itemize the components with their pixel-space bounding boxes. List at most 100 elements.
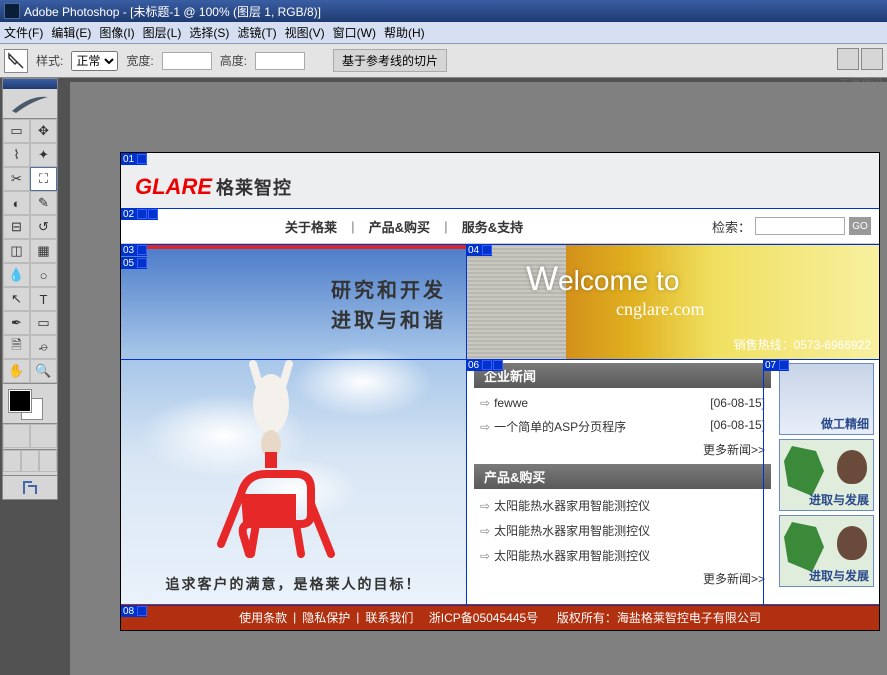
menu-select[interactable]: 选择(S)	[185, 24, 233, 41]
hero-banner: 研究和开发 进取与和谐 追求客户的满意，是格莱人的目标！	[121, 244, 466, 604]
site-footer: 使用条款| 隐私保护| 联系我们 浙ICP备05045445号 版权所有：海盐格…	[121, 604, 879, 630]
nav-service[interactable]: 服务&支持	[448, 217, 537, 236]
slice-03[interactable]: 03	[121, 245, 136, 256]
palette-well-2[interactable]	[861, 48, 883, 70]
slice-06[interactable]: 06	[466, 360, 481, 371]
nav-about[interactable]: 关于格莱	[271, 217, 351, 236]
palette-well-1[interactable]	[837, 48, 859, 70]
slice-02[interactable]: 02	[121, 209, 136, 220]
toolbox-header[interactable]	[3, 79, 57, 89]
height-label: 高度:	[220, 52, 247, 69]
search-go-button[interactable]: GO	[849, 217, 871, 235]
slice-07[interactable]: 07	[763, 360, 778, 371]
width-label: 宽度:	[126, 52, 153, 69]
welcome-subtitle: cnglare.com	[616, 299, 879, 320]
news-item[interactable]: ⇨fewwe[06-08-15]	[474, 392, 771, 414]
stamp-tool[interactable]: ⊟	[3, 215, 30, 239]
product-item[interactable]: ⇨太阳能热水器家用智能测控仪	[474, 543, 771, 568]
product-item[interactable]: ⇨太阳能热水器家用智能测控仪	[474, 493, 771, 518]
more-news-2[interactable]: 更多新闻>>	[474, 568, 771, 593]
site-header: GLARE格莱智控	[121, 153, 879, 208]
style-select[interactable]: 正常	[71, 51, 118, 71]
slice-icon	[493, 360, 503, 370]
thumb-3[interactable]: 进取与发展	[779, 515, 874, 587]
footer-link[interactable]: 使用条款	[239, 609, 287, 626]
screen-mode-2[interactable]	[21, 450, 39, 472]
thumb-2[interactable]: 进取与发展	[779, 439, 874, 511]
shape-tool[interactable]: ▭	[30, 311, 57, 335]
footer-copyright: 版权所有：海盐格莱智控电子有限公司	[557, 609, 761, 626]
canvas-area: 01 02 03 05 04 06 07 08 GLARE格莱智控 关于格莱| …	[70, 82, 887, 675]
hand-tool[interactable]: ✋	[3, 359, 30, 383]
hero-line1: 研究和开发	[331, 274, 446, 303]
active-tool-icon[interactable]	[4, 49, 28, 73]
menu-edit[interactable]: 编辑(E)	[47, 24, 95, 41]
footer-link[interactable]: 联系我们	[365, 609, 413, 626]
dodge-tool[interactable]: ○	[30, 263, 57, 287]
news-bar-2: 产品&购买	[474, 464, 771, 489]
menu-layer[interactable]: 图层(L)	[139, 24, 186, 41]
app-titlebar: Adobe Photoshop - [未标题-1 @ 100% (图层 1, R…	[0, 0, 887, 22]
notes-tool[interactable]: 🗎	[3, 335, 30, 359]
move-tool[interactable]: ✥	[30, 119, 57, 143]
slice-icon	[482, 360, 492, 370]
standard-mode[interactable]	[3, 424, 30, 448]
path-tool[interactable]: ↖	[3, 287, 30, 311]
history-brush-tool[interactable]: ↺	[30, 215, 57, 239]
content-row: 研究和开发 进取与和谐 追求客户的满意，是格莱人的目标！ Welcome to …	[121, 244, 879, 604]
lasso-tool[interactable]: ⌇	[3, 143, 30, 167]
search-input[interactable]	[755, 217, 845, 235]
news-item[interactable]: ⇨一个简单的ASP分页程序[06-08-15]	[474, 414, 771, 439]
more-news-1[interactable]: 更多新闻>>	[474, 439, 771, 464]
heal-tool[interactable]: ◐	[3, 191, 30, 215]
menu-image[interactable]: 图像(I)	[95, 24, 138, 41]
quickmask-mode[interactable]	[30, 424, 57, 448]
height-input[interactable]	[255, 52, 305, 70]
slice-08[interactable]: 08	[121, 606, 136, 617]
menu-help[interactable]: 帮助(H)	[380, 24, 429, 41]
thumb-1[interactable]: 做工精细	[779, 363, 874, 435]
nav-products[interactable]: 产品&购买	[355, 217, 444, 236]
hero-illustration	[201, 434, 351, 564]
eyedropper-tool[interactable]: ⌮	[30, 335, 57, 359]
slice-tool[interactable]: ⛶	[30, 167, 57, 191]
slice-icon	[137, 209, 147, 219]
gradient-tool[interactable]: ▦	[30, 239, 57, 263]
imageready-jump[interactable]	[3, 475, 57, 499]
width-input[interactable]	[162, 52, 212, 70]
screen-mode-1[interactable]	[3, 450, 21, 472]
search-box: 检索： GO	[712, 217, 879, 236]
thumbnail-column: 做工精细 进取与发展 进取与发展	[779, 359, 879, 604]
eraser-tool[interactable]: ◫	[3, 239, 30, 263]
slice-01[interactable]: 01	[121, 154, 136, 165]
document-window[interactable]: 01 02 03 05 04 06 07 08 GLARE格莱智控 关于格莱| …	[120, 152, 880, 631]
product-item[interactable]: ⇨太阳能热水器家用智能测控仪	[474, 518, 771, 543]
marquee-tool[interactable]: ▭	[3, 119, 30, 143]
slice-icon	[137, 154, 147, 164]
menu-view[interactable]: 视图(V)	[281, 24, 329, 41]
slice-icon	[779, 360, 789, 370]
zoom-tool[interactable]: 🔍	[30, 359, 57, 383]
footer-icp: 浙ICP备05045445号	[429, 609, 538, 626]
pen-tool[interactable]: ✒	[3, 311, 30, 335]
brush-tool[interactable]: ✎	[30, 191, 57, 215]
crop-tool[interactable]: ✂	[3, 167, 30, 191]
menu-file[interactable]: 文件(F)	[0, 24, 47, 41]
footer-link[interactable]: 隐私保护	[302, 609, 350, 626]
color-swatch[interactable]	[3, 383, 57, 423]
screen-mode-3[interactable]	[39, 450, 57, 472]
blur-tool[interactable]: 💧	[3, 263, 30, 287]
fg-color[interactable]	[9, 390, 31, 412]
type-tool[interactable]: T	[30, 287, 57, 311]
options-bar: 样式: 正常 宽度: 高度: 基于参考线的切片 工具预设	[0, 44, 887, 78]
slice-from-guides-button[interactable]: 基于参考线的切片	[333, 49, 447, 72]
wand-tool[interactable]: ✦	[30, 143, 57, 167]
ps-feather-icon	[10, 93, 50, 115]
slice-04[interactable]: 04	[466, 245, 481, 256]
menu-window[interactable]: 窗口(W)	[329, 24, 380, 41]
toolbox-panel: ▭✥ ⌇✦ ✂⛶ ◐✎ ⊟↺ ◫▦ 💧○ ↖T ✒▭ 🗎⌮ ✋🔍	[2, 78, 58, 500]
hotline-text: 销售热线：0573-6966922	[734, 336, 871, 353]
menu-filter[interactable]: 滤镜(T)	[233, 24, 280, 41]
slice-05[interactable]: 05	[121, 258, 136, 269]
app-title: Adobe Photoshop - [未标题-1 @ 100% (图层 1, R…	[24, 3, 321, 20]
